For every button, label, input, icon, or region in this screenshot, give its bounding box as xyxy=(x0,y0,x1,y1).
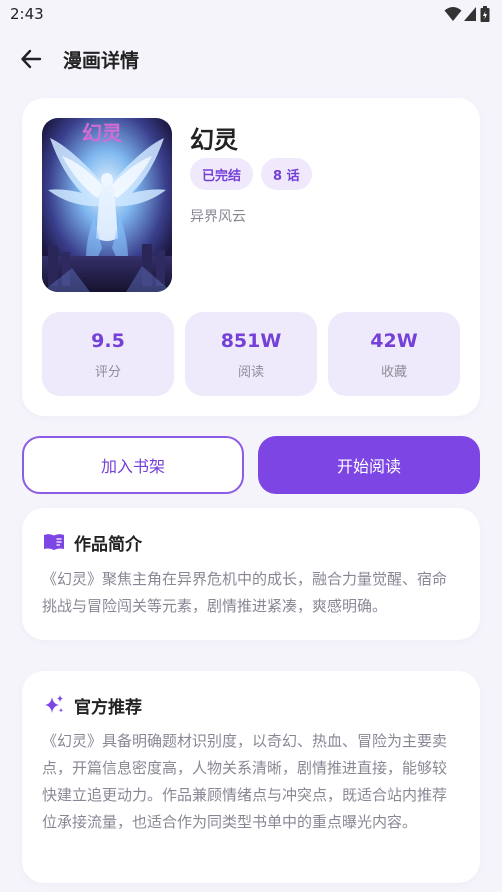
cover-title: 幻灵 xyxy=(82,121,123,145)
recommend-header: 官方推荐 xyxy=(42,693,142,718)
stat-reads: 851W 阅读 xyxy=(185,312,317,396)
stat-value: 851W xyxy=(220,330,282,352)
recommend-text: 《幻灵》具备明确题材识别度，以奇幻、热血、冒险为主要卖点，开篇信息密度高，人物关… xyxy=(42,732,448,831)
stat-value: 42W xyxy=(370,330,418,352)
intro-card: 作品简介 《幻灵》聚焦主角在异界危机中的成长，融合力量觉醒、宿命挑战与冒险闯关等… xyxy=(22,508,480,640)
app-bar: 漫画详情 xyxy=(0,36,502,80)
add-to-shelf-button[interactable]: 加入书架 xyxy=(22,436,244,494)
status-bar: 2:43 xyxy=(0,0,502,28)
stat-rating: 9.5 评分 xyxy=(42,312,174,396)
recommend-title: 官方推荐 xyxy=(74,697,142,718)
back-button[interactable] xyxy=(16,44,46,74)
sparkle-icon xyxy=(42,693,66,717)
intro-text: 《幻灵》聚焦主角在异界危机中的成长，融合力量觉醒、宿命挑战与冒险闯关等元素，剧情… xyxy=(42,570,448,615)
stat-label: 收藏 xyxy=(380,365,407,380)
page-title: 漫画详情 xyxy=(63,50,140,72)
arrow-back-icon xyxy=(21,49,42,69)
recommend-card: 官方推荐 《幻灵》具备明确题材识别度，以奇幻、热血、冒险为主要卖点，开篇信息密度… xyxy=(22,671,480,883)
stat-label: 评分 xyxy=(94,365,121,380)
stat-label: 阅读 xyxy=(237,365,264,380)
wifi-icon xyxy=(444,7,462,21)
author-name: 异界风云 xyxy=(190,209,246,225)
comic-title: 幻灵 xyxy=(190,126,238,154)
episode-count-badge: 8 话 xyxy=(261,158,312,190)
cover-art: 幻灵 xyxy=(42,118,172,292)
battery-icon xyxy=(480,6,490,22)
signal-icon xyxy=(464,7,476,21)
tag-list: 已完结 8 话 xyxy=(190,158,312,190)
status-time: 2:43 xyxy=(10,5,44,23)
stats-row: 9.5 评分 851W 阅读 42W 收藏 xyxy=(42,312,460,396)
intro-title: 作品简介 xyxy=(74,534,142,555)
intro-header: 作品简介 xyxy=(42,530,142,555)
status-icons xyxy=(412,6,492,22)
comic-cover[interactable]: 幻灵 xyxy=(42,118,172,292)
stat-value: 9.5 xyxy=(91,330,125,352)
book-icon xyxy=(42,530,66,554)
comic-info-card: 幻灵 幻灵 已完结 8 话 异界风云 9.5 评分 851W 阅读 42W 收藏 xyxy=(22,98,480,416)
stat-favorites: 42W 收藏 xyxy=(328,312,460,396)
status-badge: 已完结 xyxy=(190,158,254,190)
start-reading-button[interactable]: 开始阅读 xyxy=(258,436,480,494)
